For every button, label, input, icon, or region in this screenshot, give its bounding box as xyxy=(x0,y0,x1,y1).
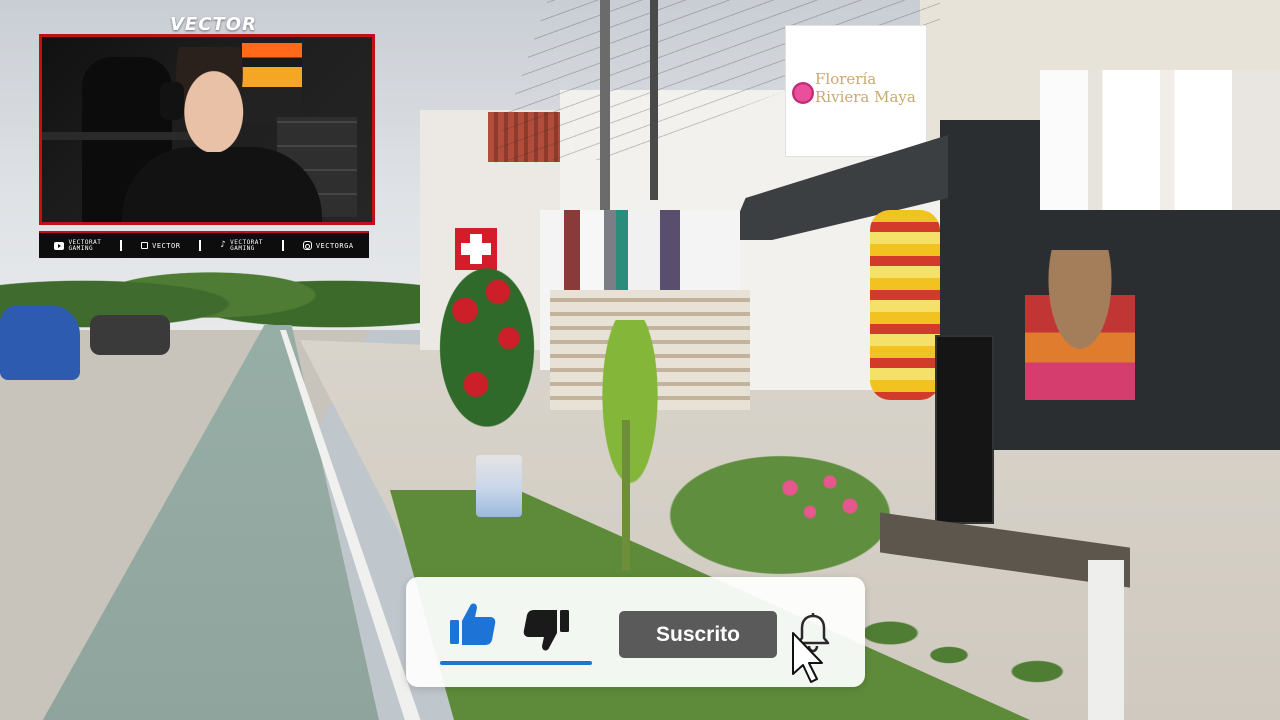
potted-plants xyxy=(865,600,1075,710)
paint-bucket-planter xyxy=(476,455,522,517)
like-underline xyxy=(440,661,592,665)
tiktok-icon: ♪ xyxy=(220,240,227,250)
thumbs-up-icon xyxy=(450,603,496,645)
subscribed-button[interactable]: Suscrito xyxy=(619,611,777,658)
utility-pole xyxy=(600,0,610,230)
flower-logo-icon xyxy=(792,82,814,104)
palm-stem xyxy=(622,420,630,570)
flower-garland xyxy=(870,210,940,400)
parked-car xyxy=(90,315,170,355)
like-button[interactable] xyxy=(447,600,499,648)
instagram-icon xyxy=(302,241,312,250)
parked-car xyxy=(0,305,80,380)
divider xyxy=(281,240,284,251)
pink-flowers xyxy=(770,470,870,530)
social-label: VECTORAT GAMING xyxy=(230,238,264,252)
social-instagram[interactable]: VECTORGA xyxy=(302,241,354,250)
headset xyxy=(160,82,184,120)
utility-pole xyxy=(650,0,658,200)
social-youtube[interactable]: VECTORAT GAMING xyxy=(54,238,102,252)
social-label: VECTORAT GAMING xyxy=(68,238,102,252)
brand-watermark: VECTOR xyxy=(170,14,257,35)
rose-plant xyxy=(432,255,542,440)
twitch-icon xyxy=(141,242,149,249)
dislike-button[interactable] xyxy=(522,608,572,654)
bench-leg xyxy=(1088,560,1124,720)
divider xyxy=(199,240,202,251)
embroidered-blouses xyxy=(1040,70,1280,210)
shop-sign-text: Florería Riviera Maya xyxy=(815,70,916,106)
social-tiktok[interactable]: ♪ VECTORAT GAMING xyxy=(220,238,264,252)
bell-icon xyxy=(796,613,830,653)
social-label: VECTOR xyxy=(152,241,181,250)
streamer-body xyxy=(122,147,322,222)
socials-bar: VECTORAT GAMING VECTOR ♪ VECTORAT GAMING… xyxy=(39,231,369,258)
social-twitch[interactable]: VECTOR xyxy=(141,242,180,249)
divider xyxy=(120,240,123,251)
youtube-icon xyxy=(54,241,65,250)
magnet-display-board xyxy=(935,335,994,524)
notification-bell-button[interactable] xyxy=(793,612,833,654)
hats-and-bags xyxy=(1025,250,1135,400)
webcam-overlay xyxy=(39,34,375,225)
social-label: VECTORGA xyxy=(315,241,354,250)
thumbs-down-icon xyxy=(523,610,569,651)
